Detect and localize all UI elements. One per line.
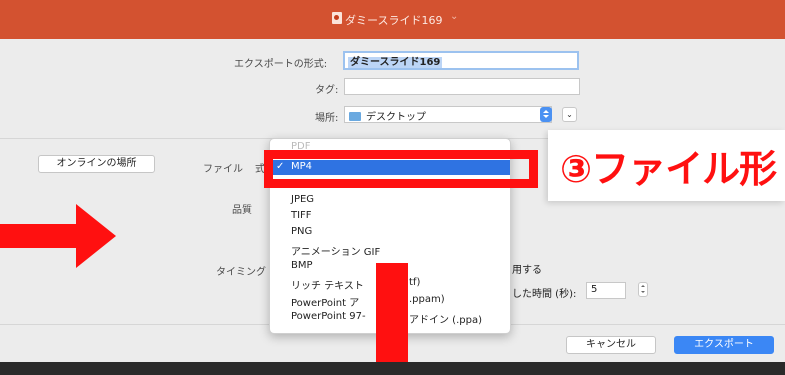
export-dialog-screenshot: ダミースライド169 ⌄ エクスポートの形式: ダミースライド169 タグ: 場… <box>0 0 785 375</box>
time-seconds-value: 5 <box>591 284 598 295</box>
folder-icon <box>349 112 361 121</box>
format-option-rtf-right[interactable]: tf) <box>409 277 420 288</box>
location-select[interactable]: デスクトップ <box>344 106 552 123</box>
time-stepper-icon[interactable] <box>638 282 648 297</box>
format-option-bmp[interactable]: BMP <box>291 260 313 271</box>
expand-chevron-icon[interactable]: ⌄ <box>562 107 577 122</box>
format-option-ppam-left[interactable]: PowerPoint ア <box>291 294 359 309</box>
window-title: ダミースライド169 <box>345 14 443 27</box>
online-locations-button[interactable]: オンラインの場所 <box>38 155 155 173</box>
callout-text: ③ファイル形 <box>560 147 777 191</box>
format-option-png[interactable]: PNG <box>291 226 312 237</box>
where-label: 場所: <box>315 113 339 124</box>
tags-input[interactable] <box>344 78 580 95</box>
format-option-tiff[interactable]: TIFF <box>291 210 312 221</box>
annotation-callout: ③ファイル形 <box>548 130 785 201</box>
cancel-button[interactable]: キャンセル <box>566 336 656 354</box>
location-value: デスクトップ <box>366 112 426 123</box>
timing-label: タイミング <box>216 267 266 278</box>
export-button[interactable]: エクスポート <box>674 336 774 354</box>
title-chevron-icon[interactable]: ⌄ <box>450 11 458 22</box>
title-bar: ダミースライド169 ⌄ <box>0 0 785 39</box>
format-option-ppa-right[interactable]: アドイン (.ppa) <box>409 311 482 326</box>
time-label-tail: した時間 (秒): <box>512 289 577 300</box>
format-option-ppam-right[interactable]: .ppam) <box>409 294 445 305</box>
red-arrow-down-shaft <box>376 263 408 375</box>
bottom-strip <box>0 362 785 375</box>
export-as-value: ダミースライド169 <box>348 57 443 68</box>
time-seconds-input[interactable]: 5 <box>586 282 626 299</box>
export-as-label: エクスポートの形式: <box>234 59 328 70</box>
file-format-label: ファイル <box>203 164 243 175</box>
format-option-gif[interactable]: アニメーション GIF <box>291 243 380 258</box>
use-timing-label-tail: 用する <box>512 265 542 276</box>
export-as-input[interactable]: ダミースライド169 <box>343 51 579 70</box>
red-arrow-right-icon <box>0 204 116 268</box>
location-select-arrow-icon[interactable] <box>540 107 552 122</box>
powerpoint-icon <box>332 12 342 24</box>
tags-label: タグ: <box>315 85 339 96</box>
highlight-rectangle <box>264 150 538 188</box>
quality-label: 品質 <box>232 205 252 216</box>
format-option-rtf-left[interactable]: リッチ テキスト <box>291 277 364 292</box>
format-option-jpeg[interactable]: JPEG <box>291 194 314 205</box>
format-option-ppa-left[interactable]: PowerPoint 97- <box>291 311 366 322</box>
